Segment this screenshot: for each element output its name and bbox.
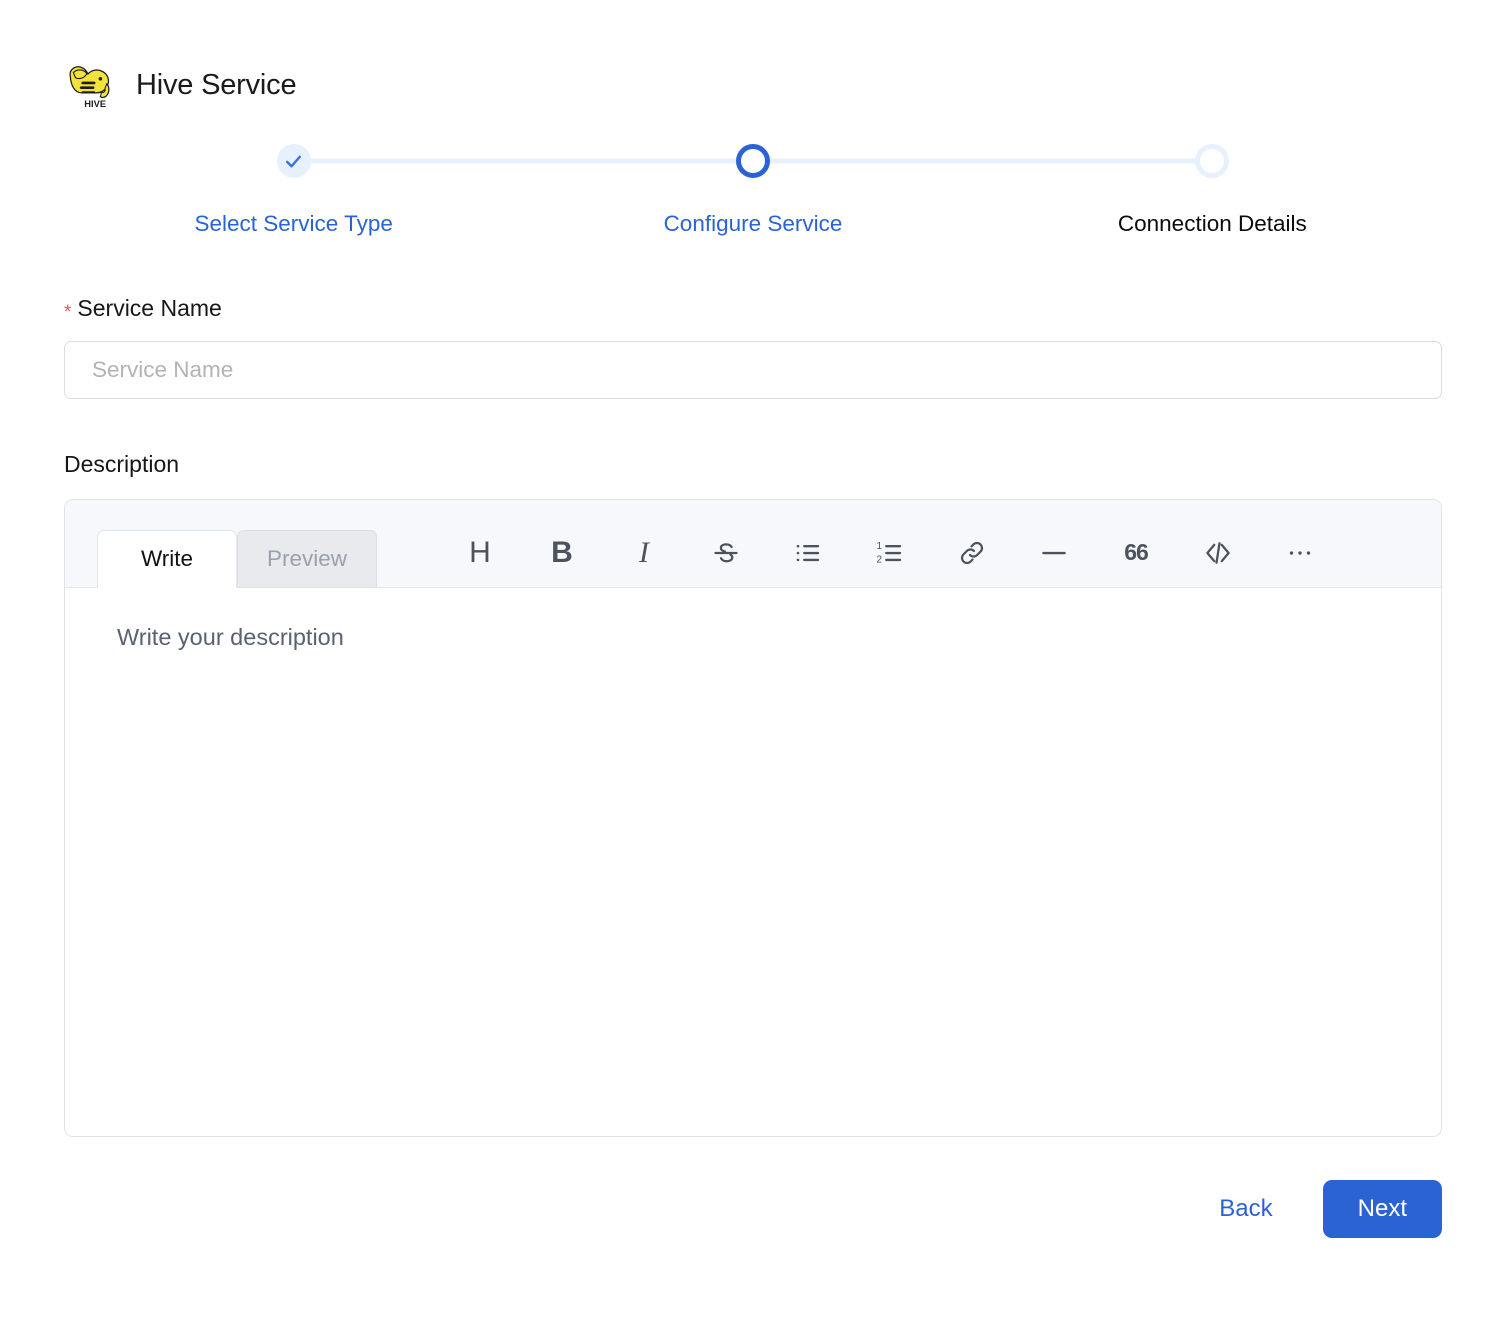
numbered-list-icon[interactable]: 1 2 [849, 529, 931, 577]
required-marker: * [64, 303, 71, 322]
svg-text:HIVE: HIVE [84, 99, 106, 109]
heading-icon[interactable]: H [439, 529, 521, 577]
tab-preview[interactable]: Preview [237, 530, 377, 588]
svg-text:1: 1 [877, 541, 883, 552]
step-select-service-type[interactable]: Select Service Type [64, 138, 523, 258]
heading-glyph: H [469, 538, 491, 568]
step-1-line-right [294, 159, 524, 164]
step-configure-service[interactable]: Configure Service [523, 138, 982, 258]
back-button[interactable]: Back [1215, 1189, 1276, 1229]
more-options-icon[interactable] [1259, 529, 1341, 577]
step-1-circle-wrap [64, 138, 523, 184]
hive-logo-icon: HIVE [64, 58, 116, 110]
step-2-line-right [753, 159, 983, 164]
step-connection-details[interactable]: Connection Details [983, 138, 1442, 258]
service-name-input[interactable] [64, 341, 1442, 399]
bold-glyph: B [551, 538, 573, 568]
wizard-footer: Back Next [0, 1180, 1506, 1238]
service-name-label-text: Service Name [77, 294, 221, 323]
description-placeholder: Write your description [117, 622, 1389, 653]
italic-icon[interactable]: I [603, 529, 685, 577]
stepper-track: Select Service Type Configure Service Co… [64, 138, 1442, 258]
step-1-label: Select Service Type [194, 210, 392, 237]
step-3-label: Connection Details [1118, 210, 1307, 237]
wizard-stepper: Select Service Type Configure Service Co… [0, 138, 1506, 258]
step-3-circle-wrap [983, 138, 1442, 184]
blockquote-glyph: 66 [1124, 541, 1148, 564]
check-icon [277, 144, 311, 178]
editor-toolbar: Write Preview H B I [65, 500, 1441, 588]
configure-service-form: * Service Name Description Write Preview… [0, 294, 1506, 1137]
horizontal-rule-icon[interactable] [1013, 529, 1095, 577]
step-2-line-left [523, 159, 753, 164]
step-2-label: Configure Service [664, 210, 843, 237]
italic-glyph: I [639, 538, 649, 568]
code-icon[interactable] [1177, 529, 1259, 577]
editor-tool-group: H B I [439, 529, 1341, 587]
page-header: HIVE Hive Service [0, 0, 1506, 110]
editor-tabs: Write Preview [97, 500, 377, 587]
tab-write[interactable]: Write [97, 530, 237, 588]
step-3-line-left [983, 159, 1213, 164]
description-label: Description [64, 451, 1442, 478]
page-title: Hive Service [136, 69, 296, 100]
bulleted-list-icon[interactable] [767, 529, 849, 577]
service-name-label: * Service Name [64, 294, 1442, 323]
svg-text:2: 2 [877, 554, 883, 565]
strikethrough-icon[interactable] [685, 529, 767, 577]
blockquote-icon[interactable]: 66 [1095, 529, 1177, 577]
description-markdown-editor: Write Preview H B I [64, 499, 1442, 1137]
step-2-circle-wrap [523, 138, 982, 184]
link-icon[interactable] [931, 529, 1013, 577]
next-button[interactable]: Next [1323, 1180, 1442, 1238]
bold-icon[interactable]: B [521, 529, 603, 577]
service-configure-page: HIVE Hive Service Select Service Type [0, 0, 1506, 1322]
description-text-area[interactable]: Write your description [65, 588, 1441, 1136]
circle-icon-current [736, 144, 770, 178]
circle-icon-todo [1195, 144, 1229, 178]
